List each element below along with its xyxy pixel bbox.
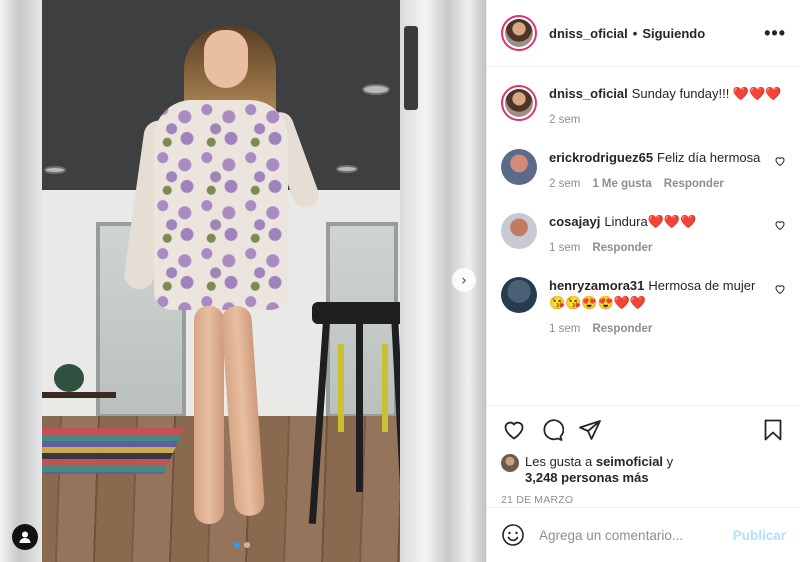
- photo-stool-leg: [356, 322, 363, 492]
- publish-button[interactable]: Publicar: [733, 528, 786, 543]
- photo-plant: [54, 364, 84, 392]
- bookmark-icon: [764, 419, 782, 441]
- caption: dniss_oficial Sunday funday!!! ❤️❤️❤️ 2 s…: [501, 85, 786, 129]
- likes-prefix: Les gusta a: [525, 454, 593, 469]
- reply-button[interactable]: Responder: [664, 176, 724, 193]
- avatar[interactable]: [501, 15, 537, 51]
- avatar[interactable]: [501, 213, 537, 249]
- share-button[interactable]: [577, 417, 603, 443]
- chevron-right-icon: ›: [461, 271, 467, 289]
- comment-text: Lindura❤️❤️❤️: [604, 214, 697, 229]
- heart-icon[interactable]: [774, 219, 786, 231]
- caption-username[interactable]: dniss_oficial: [549, 86, 628, 101]
- reply-button[interactable]: Responder: [592, 321, 652, 338]
- header-separator: •: [632, 25, 638, 41]
- post-actions: Les gusta a seimoficial y 3,248 personas…: [487, 406, 800, 506]
- comment-likes[interactable]: 1 Me gusta: [592, 176, 651, 193]
- header-username[interactable]: dniss_oficial: [549, 26, 628, 41]
- reply-button[interactable]: Responder: [592, 240, 652, 257]
- carousel-dots: [234, 542, 250, 548]
- avatar[interactable]: [501, 149, 537, 185]
- comment-item: cosajayj Lindura❤️❤️❤️ 1 sem Responder: [501, 213, 786, 257]
- like-button[interactable]: [501, 417, 527, 443]
- post-side-panel: dniss_oficial • Siguiendo ••• dniss_ofic…: [486, 0, 800, 562]
- post-header: dniss_oficial • Siguiendo •••: [487, 0, 800, 67]
- comment-button[interactable]: [539, 417, 565, 443]
- avatar[interactable]: [501, 277, 537, 313]
- likes-summary: Les gusta a seimoficial y 3,248 personas…: [501, 454, 786, 486]
- heart-icon: [504, 421, 524, 440]
- comment-item: erickrodriguez65 Feliz día hermosa 2 sem …: [501, 149, 786, 193]
- following-button[interactable]: Siguiendo: [642, 26, 705, 41]
- heart-icon[interactable]: [774, 155, 786, 167]
- comment-input[interactable]: [539, 527, 733, 543]
- comment-username[interactable]: erickrodriguez65: [549, 150, 653, 165]
- comments-list[interactable]: dniss_oficial Sunday funday!!! ❤️❤️❤️ 2 s…: [487, 67, 800, 406]
- comment-username[interactable]: henryzamora31: [549, 278, 644, 293]
- photo-ceiling-light: [44, 166, 66, 174]
- photo-yellow-stool: [338, 344, 388, 432]
- tagged-users-button[interactable]: [12, 524, 38, 550]
- photo-ceiling-light: [362, 84, 390, 95]
- likes-conjunction: y: [666, 454, 674, 469]
- avatar[interactable]: [501, 85, 537, 121]
- save-button[interactable]: [760, 417, 786, 443]
- post-photo[interactable]: ›: [0, 0, 486, 562]
- carousel-next-button[interactable]: ›: [452, 268, 476, 292]
- more-horizontal-icon[interactable]: •••: [764, 24, 786, 42]
- likes-others[interactable]: 3,248 personas más: [525, 470, 649, 485]
- comment-text: Feliz día hermosa: [657, 150, 761, 165]
- post-date[interactable]: 21 DE MARZO: [501, 494, 786, 506]
- comment-icon: [543, 419, 564, 441]
- comment-time[interactable]: 1 sem: [549, 240, 580, 257]
- action-bar: [501, 416, 786, 444]
- photo-person: [120, 10, 340, 550]
- carousel-dot: [244, 542, 250, 548]
- person-leg: [194, 306, 224, 524]
- person-face: [204, 30, 248, 88]
- liker-username[interactable]: seimoficial: [596, 454, 663, 469]
- avatar[interactable]: [501, 454, 519, 472]
- smiley-icon[interactable]: [501, 523, 525, 547]
- photo-door-frame: [0, 0, 42, 562]
- person-floral-dress: [154, 100, 288, 310]
- comment-time[interactable]: 2 sem: [549, 176, 580, 193]
- comment-composer: Publicar: [487, 507, 800, 562]
- send-icon: [579, 420, 601, 440]
- comment-time[interactable]: 1 sem: [549, 321, 580, 338]
- carousel-dot-active: [234, 542, 240, 548]
- photo-door-handle: [404, 26, 418, 110]
- user-tag-icon: [19, 531, 31, 543]
- comment-item: henryzamora31 Hermosa de mujer 😘😘😍😍❤️❤️ 1…: [501, 277, 786, 338]
- comment-username[interactable]: cosajayj: [549, 214, 600, 229]
- caption-time[interactable]: 2 sem: [549, 112, 580, 129]
- person-leg: [220, 305, 266, 517]
- heart-icon[interactable]: [774, 283, 786, 295]
- caption-text: Sunday funday!!! ❤️❤️❤️: [631, 86, 782, 101]
